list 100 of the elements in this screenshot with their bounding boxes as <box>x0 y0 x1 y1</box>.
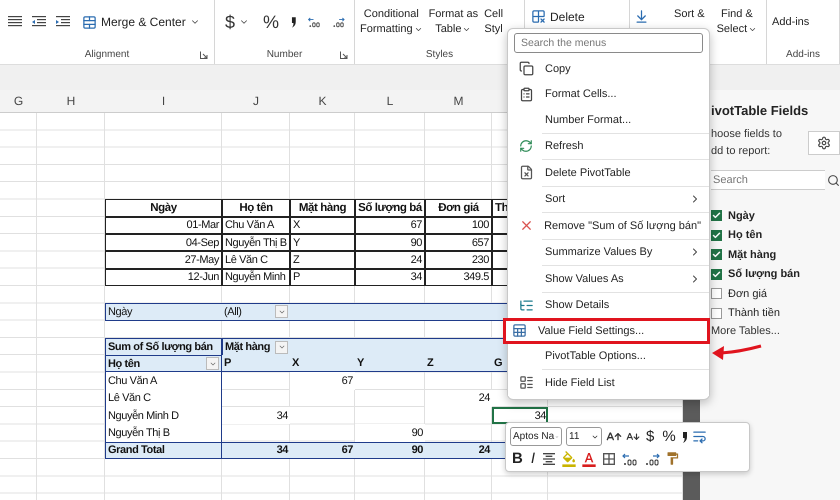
table-cell[interactable]: 04-Sep <box>105 234 222 252</box>
table-cell[interactable]: X <box>290 216 355 234</box>
table-cell[interactable]: Y <box>290 234 355 252</box>
pivot-column-field[interactable]: Mặt hàng <box>222 338 290 356</box>
checkbox[interactable] <box>711 268 722 280</box>
caret-icon[interactable] <box>748 25 758 34</box>
menu-search-field[interactable]: Search the menus <box>514 33 703 53</box>
column-header-cell[interactable]: Ngày <box>105 199 222 217</box>
editing-button[interactable]: Sort & <box>673 7 706 22</box>
styles-button[interactable]: Cell Styl <box>483 7 504 37</box>
more-tables-link[interactable]: More Tables... <box>711 325 780 337</box>
settings-button[interactable] <box>808 131 840 155</box>
table-cell[interactable]: 34 <box>355 268 425 286</box>
checkbox[interactable] <box>711 230 722 241</box>
percent-button[interactable]: % <box>261 10 282 34</box>
increase-decimal-icon[interactable] <box>621 450 640 466</box>
caret-icon[interactable] <box>414 25 423 34</box>
merge-center-button[interactable]: Merge & Center <box>80 12 202 32</box>
column-letter[interactable]: H <box>37 90 105 112</box>
checkbox[interactable] <box>711 288 722 300</box>
menu-item[interactable]: Remove "Sum of Số lượng bán" <box>508 213 709 238</box>
pivot-column-header[interactable]: P <box>222 355 290 372</box>
pivot-cell[interactable]: 34 <box>492 407 548 424</box>
table-cell[interactable]: 12-Jun <box>105 268 222 286</box>
editing-button[interactable]: Find & Select <box>716 7 758 37</box>
table-cell[interactable]: 100 <box>425 216 492 234</box>
pivot-cell[interactable]: 34 <box>222 407 290 424</box>
column-letter[interactable]: L <box>355 90 425 112</box>
bold-button[interactable]: B <box>510 450 525 467</box>
field-label[interactable]: Thành tiền <box>728 307 780 320</box>
delete-button[interactable]: Delete <box>529 7 587 26</box>
pivot-value-title[interactable]: Sum of Số lượng bán <box>105 338 222 356</box>
percent-button[interactable]: % <box>660 428 678 445</box>
grand-total-label[interactable]: Grand Total <box>105 442 222 459</box>
column-letter[interactable]: K <box>290 90 355 112</box>
filter-label[interactable]: Ngày <box>105 303 222 321</box>
table-cell[interactable]: 657 <box>425 234 492 252</box>
field-label[interactable]: Họ tên <box>728 229 762 242</box>
menu-item[interactable]: Number Format... <box>508 107 709 132</box>
align-icon[interactable] <box>8 16 22 28</box>
indent-decrease-icon[interactable] <box>32 16 46 28</box>
menu-item[interactable]: Summarize Values By <box>508 240 709 265</box>
field-label[interactable]: Mặt hàng <box>728 248 776 261</box>
menu-item[interactable]: Refresh <box>508 134 709 159</box>
search-icon[interactable] <box>827 174 840 186</box>
grand-total-cell[interactable]: 90 <box>355 442 425 459</box>
column-header-cell[interactable]: Đơn giá <box>425 199 492 217</box>
menu-item[interactable]: Value Field Settings... <box>503 318 710 344</box>
menu-item[interactable]: PivotTable Options... <box>508 344 709 369</box>
launcher-icon[interactable] <box>200 51 208 59</box>
menu-item[interactable]: Format Cells... <box>508 82 709 107</box>
pivot-row-label[interactable]: Nguyễn Minh D <box>105 407 222 424</box>
pivot-column-header[interactable]: Z <box>425 355 492 372</box>
column-letter[interactable]: J <box>222 90 290 112</box>
filter-cell[interactable] <box>290 303 355 321</box>
checkbox[interactable] <box>711 210 722 222</box>
column-letter[interactable]: M <box>425 90 492 112</box>
table-cell[interactable]: 24 <box>355 251 425 269</box>
pivot-row-field[interactable]: Họ tên <box>105 355 222 372</box>
search-field[interactable]: Search <box>711 170 825 190</box>
table-cell[interactable]: 90 <box>355 234 425 252</box>
checkbox[interactable] <box>711 308 722 319</box>
styles-button[interactable]: Conditional Formatting <box>359 7 424 37</box>
filter-value[interactable]: (All) <box>222 303 290 321</box>
column-header-cell[interactable]: Mặt hàng <box>290 199 355 217</box>
column-letter[interactable]: G <box>0 90 37 112</box>
size-dropdown[interactable]: 11 <box>566 427 602 446</box>
pivot-row-label[interactable]: Lê Văn C <box>105 390 222 408</box>
menu-item[interactable]: Show Details <box>508 292 709 318</box>
decrease-decimal-icon[interactable] <box>643 450 662 466</box>
table-cell[interactable]: 349.5 <box>425 268 492 286</box>
menu-item[interactable]: Delete PivotTable <box>508 160 709 186</box>
pivot-row-label[interactable]: Nguyễn Thị B <box>105 424 222 442</box>
grand-total-cell[interactable]: 24 <box>425 442 492 459</box>
field-label[interactable]: Số lượng bán <box>728 268 800 280</box>
column-header-cell[interactable]: Họ tên <box>222 199 290 217</box>
table-cell[interactable]: 01-Mar <box>105 216 222 234</box>
launcher-icon[interactable] <box>340 51 348 59</box>
table-cell[interactable]: Chu Văn A <box>222 216 290 234</box>
comma-style-icon[interactable] <box>291 15 297 29</box>
table-cell[interactable]: 67 <box>355 216 425 234</box>
add-ins-button[interactable]: Add-ins <box>771 15 810 30</box>
table-cell[interactable]: 27-May <box>105 251 222 269</box>
table-cell[interactable]: Lê Văn C <box>222 251 290 269</box>
font-dropdown[interactable]: Aptos Na <box>510 427 562 446</box>
field-label[interactable]: Ngày <box>728 210 755 222</box>
pivot-column-header[interactable]: X <box>290 355 355 372</box>
grand-total-cell[interactable]: 34 <box>222 442 290 459</box>
table-cell[interactable]: Nguyễn Minh <box>222 268 290 286</box>
pivot-cell[interactable]: 90 <box>355 424 425 442</box>
pivot-cell[interactable]: 24 <box>425 390 492 408</box>
table-cell[interactable]: Z <box>290 251 355 269</box>
column-letter[interactable]: I <box>105 90 222 112</box>
menu-item[interactable]: Hide Field List <box>508 370 709 396</box>
menu-item[interactable]: Copy <box>508 56 709 82</box>
table-cell[interactable]: 230 <box>425 251 492 269</box>
table-cell[interactable]: P <box>290 268 355 286</box>
grand-total-cell[interactable]: 67 <box>290 442 355 459</box>
column-header-cell[interactable]: Số lượng bá <box>355 199 425 217</box>
pivot-column-header[interactable]: Y <box>355 355 425 372</box>
